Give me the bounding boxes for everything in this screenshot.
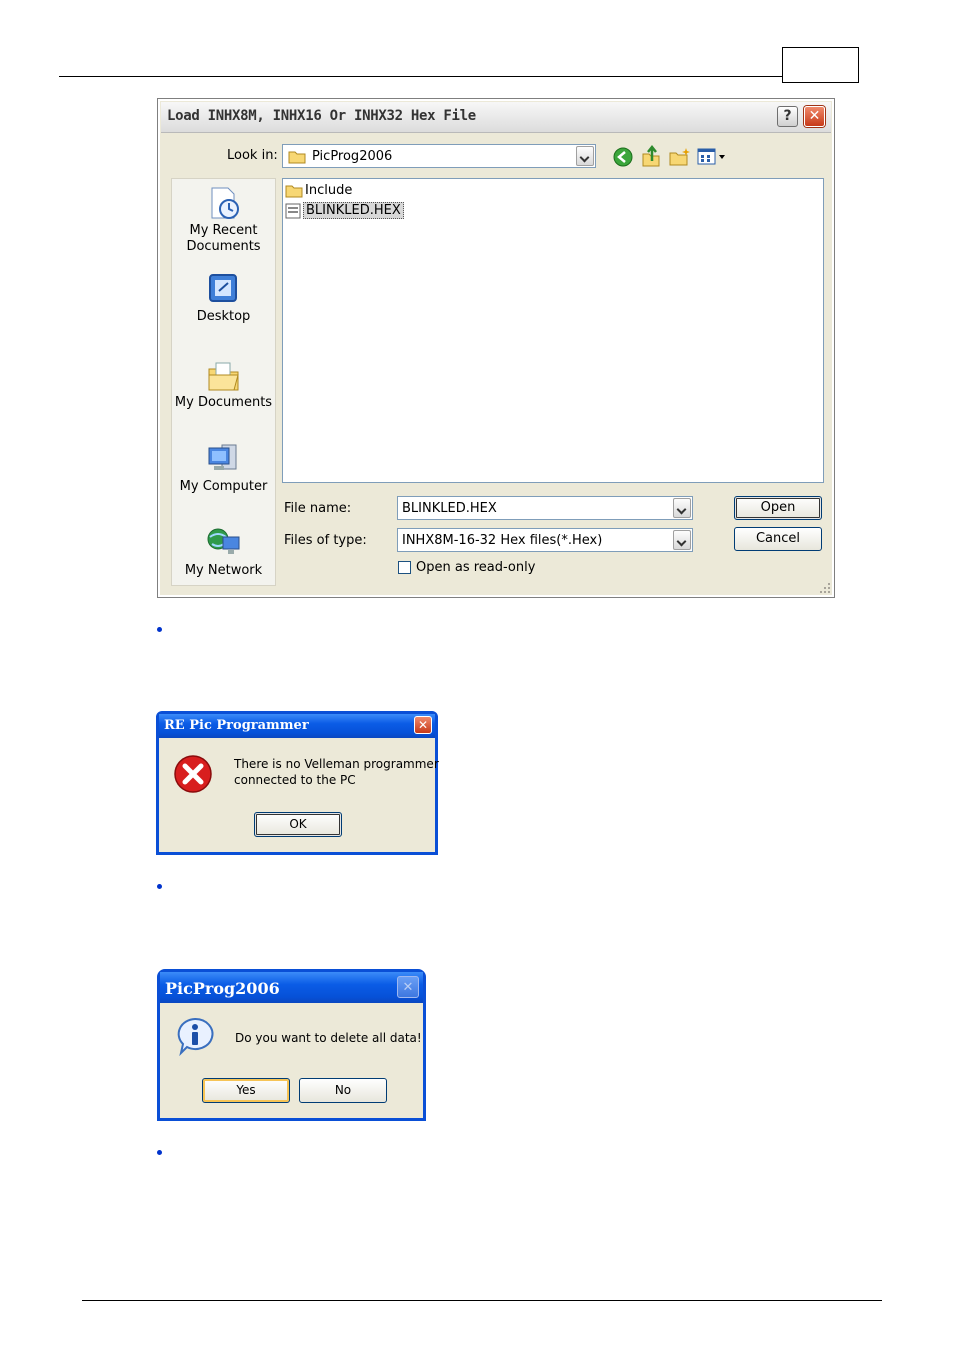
recent-documents-icon (211, 187, 239, 219)
open-readonly-label: Open as read-only (416, 560, 536, 575)
new-folder-icon[interactable] (669, 147, 691, 167)
places-bar: My Recent Documents Desktop My Documents (171, 178, 276, 586)
confirm-dialog-titlebar: PicProg2006 ✕ (160, 972, 423, 1003)
header-rule (59, 76, 783, 77)
place-desktop[interactable]: Desktop (172, 271, 275, 325)
back-icon[interactable] (613, 147, 633, 167)
open-button[interactable]: Open (734, 496, 822, 520)
files-of-type-label: Files of type: (284, 533, 367, 548)
folder-icon (285, 185, 303, 197)
error-icon (174, 755, 212, 793)
my-computer-icon (208, 444, 236, 470)
confirm-message: Do you want to delete all data! (235, 1031, 422, 1045)
confirm-dialog: PicProg2006 ✕ Do you want to delete all … (157, 969, 426, 1121)
place-label: My Recent Documents (186, 223, 261, 254)
files-of-type-value: INHX8M-16-32 Hex files(*.Hex) (402, 533, 603, 548)
chevron-down-icon[interactable] (673, 530, 691, 550)
error-message-line2: connected to the PC (234, 773, 356, 787)
help-button[interactable]: ? (777, 106, 798, 127)
my-documents-icon (208, 362, 239, 391)
bullet-2 (157, 884, 162, 889)
folder-icon (288, 151, 306, 164)
open-dialog-title: Load INHX8M, INHX16 Or INHX32 Hex File (167, 108, 476, 124)
error-dialog-titlebar: RE Pic Programmer ✕ (159, 714, 435, 738)
yes-button[interactable]: Yes (202, 1078, 290, 1103)
error-dialog: RE Pic Programmer ✕ There is no Velleman… (156, 711, 439, 855)
bullet-1 (157, 627, 162, 632)
look-in-label: Look in: (227, 148, 278, 163)
place-my-recent-documents[interactable]: My Recent Documents (172, 185, 275, 255)
files-of-type-dropdown[interactable]: INHX8M-16-32 Hex files(*.Hex) (397, 528, 693, 552)
open-dialog-titlebar: Load INHX8M, INHX16 Or INHX32 Hex File ?… (161, 102, 831, 133)
file-name-input[interactable]: BLINKLED.HEX (397, 496, 693, 520)
no-button[interactable]: No (299, 1078, 387, 1103)
place-label: Desktop (196, 309, 251, 324)
close-button[interactable]: ✕ (804, 106, 825, 127)
page-number-box (782, 47, 859, 83)
place-label: My Network (184, 563, 263, 578)
confirm-close-button: ✕ (397, 976, 419, 998)
error-message-line1: There is no Velleman programmer (234, 757, 439, 771)
open-readonly-checkbox[interactable] (398, 561, 411, 574)
file-name-text: Include (305, 183, 353, 198)
look-in-value: PicProg2006 (312, 149, 393, 164)
list-item-file[interactable]: BLINKLED.HEX (285, 202, 404, 220)
close-icon: ✕ (808, 108, 821, 124)
my-network-icon (207, 528, 239, 554)
file-list[interactable]: Include BLINKLED.HEX (282, 178, 824, 483)
list-item-folder[interactable]: Include (285, 182, 352, 200)
resize-grip-icon[interactable] (817, 580, 831, 594)
cancel-button[interactable]: Cancel (734, 527, 822, 551)
place-my-computer[interactable]: My Computer (172, 441, 275, 495)
open-file-dialog: Load INHX8M, INHX16 Or INHX32 Hex File ?… (157, 98, 835, 598)
place-label: My Computer (179, 479, 268, 494)
chevron-down-icon[interactable] (673, 498, 691, 518)
info-icon (177, 1017, 214, 1057)
place-my-network[interactable]: My Network (172, 525, 275, 579)
look-in-dropdown[interactable]: PicProg2006 (282, 144, 596, 168)
bullet-3 (157, 1150, 162, 1155)
footer-rule (82, 1300, 882, 1301)
chevron-down-icon[interactable] (576, 146, 594, 166)
place-label: My Documents (174, 395, 273, 410)
hex-file-icon (285, 203, 301, 218)
place-my-documents[interactable]: My Documents (172, 357, 275, 411)
ok-button[interactable]: OK (254, 812, 342, 837)
file-name-text-selected: BLINKLED.HEX (303, 202, 404, 219)
close-icon: ✕ (417, 718, 429, 732)
file-name-value: BLINKLED.HEX (402, 501, 497, 516)
desktop-icon (208, 274, 237, 302)
file-name-label: File name: (284, 501, 352, 516)
error-close-button[interactable]: ✕ (414, 716, 432, 734)
up-folder-icon[interactable] (641, 145, 661, 167)
view-menu-icon[interactable] (697, 148, 727, 166)
confirm-dialog-title: PicProg2006 (165, 979, 280, 998)
error-dialog-title: RE Pic Programmer (164, 718, 309, 733)
close-icon: ✕ (402, 980, 414, 995)
